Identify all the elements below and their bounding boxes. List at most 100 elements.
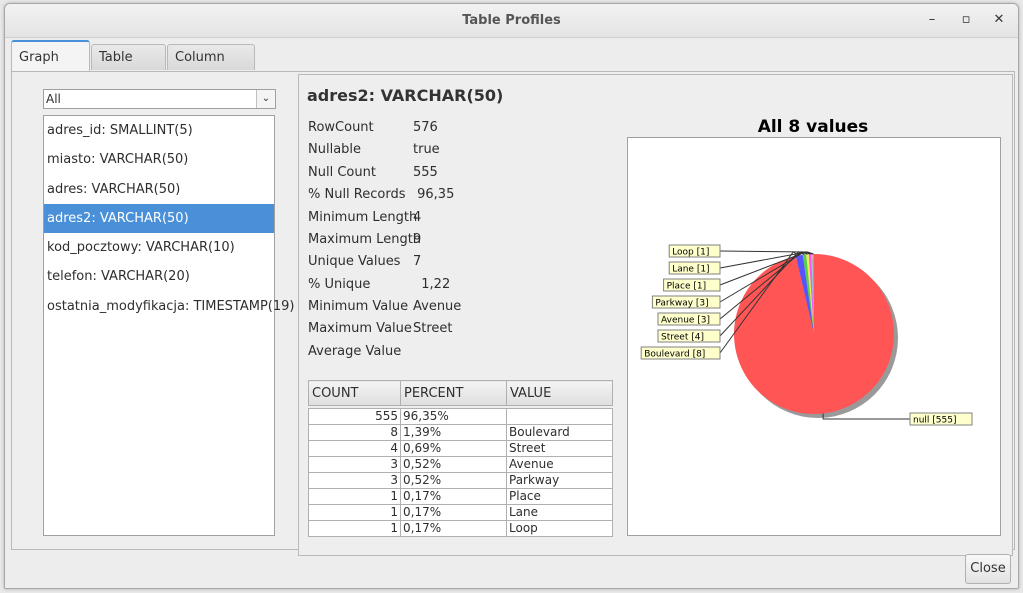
chart-title: All 8 values: [757, 117, 869, 137]
stat-row: Nullable true: [308, 142, 440, 157]
stat-row: Average Value: [308, 344, 413, 359]
stat-value: true: [413, 142, 440, 157]
percent-cell: 0,52%: [400, 456, 507, 473]
stat-value: 96,35: [413, 187, 455, 202]
column-list-item-selected[interactable]: adres2: VARCHAR(50): [44, 203, 274, 234]
column-list-item[interactable]: adres: VARCHAR(50): [44, 175, 274, 204]
chevron-down-icon[interactable]: ⌄: [256, 90, 275, 108]
title-bar: Table Profiles – ▫ ✕: [5, 4, 1018, 38]
stat-value: 555: [413, 165, 438, 180]
column-details-panel: adres2: VARCHAR(50) RowCount 576 Nullable…: [298, 74, 1013, 556]
table-profiles-window: Table Profiles – ▫ ✕ Graph View Table Vi…: [4, 3, 1019, 589]
value-cell: Loop: [506, 520, 613, 537]
stat-label: Maximum Value: [308, 321, 412, 336]
percent-cell: 0,69%: [400, 440, 507, 457]
column-list-item[interactable]: miasto: VARCHAR(50): [44, 145, 274, 174]
window-title: Table Profiles: [462, 13, 561, 28]
value-cell: Lane: [506, 504, 613, 521]
stat-label: % Null Records: [308, 187, 406, 202]
stat-value: 9: [413, 232, 422, 247]
stat-value: 7: [413, 254, 422, 269]
slice-label: Loop [1]: [672, 248, 709, 258]
close-icon[interactable]: ✕: [990, 11, 1008, 29]
stat-value: Street: [413, 321, 453, 336]
column-details-title: adres2: VARCHAR(50): [307, 86, 504, 105]
slice-label: Lane [1]: [672, 265, 709, 275]
percent-cell: 0,17%: [400, 520, 507, 537]
column-list-item[interactable]: kod_pocztowy: VARCHAR(10): [44, 233, 274, 262]
stat-row: Minimum Value Avenue: [308, 299, 461, 314]
table-row[interactable]: 1 0,17% Loop: [308, 520, 613, 537]
table-row[interactable]: 8 1,39% Boulevard: [308, 424, 613, 441]
percent-cell: 0,17%: [400, 488, 507, 505]
stat-label: Minimum Length: [308, 210, 418, 225]
column-list-item[interactable]: telefon: VARCHAR(20): [44, 262, 274, 291]
tab-column-view[interactable]: Column View: [167, 44, 255, 91]
tab-graph-view[interactable]: Graph View: [11, 40, 90, 97]
table-row[interactable]: 4 0,69% Street: [308, 440, 613, 457]
pie-chart: Loop [1] Lane [1] Place [1] Parkway [3] Aven…: [640, 244, 973, 426]
column-filter-value: All: [46, 92, 61, 106]
stat-label: Average Value: [308, 344, 402, 359]
table-row[interactable]: 3 0,52% Avenue: [308, 456, 613, 473]
stat-row: Null Count 555: [308, 165, 438, 180]
column-header-count[interactable]: COUNT: [308, 380, 401, 406]
table-row[interactable]: 555 96,35%: [308, 408, 613, 425]
minimize-icon[interactable]: –: [923, 11, 941, 29]
stat-value: 1,22: [413, 277, 451, 292]
stat-label: % Unique: [308, 277, 371, 292]
table-row[interactable]: 1 0,17% Place: [308, 488, 613, 505]
slice-label: Boulevard [8]: [644, 350, 705, 360]
column-list[interactable]: adres_id: SMALLINT(5) miasto: VARCHAR(50…: [43, 115, 294, 536]
table-row[interactable]: 3 0,52% Parkway: [308, 472, 613, 489]
stat-label: Nullable: [308, 142, 362, 157]
count-cell: 4: [308, 440, 401, 457]
tab-table-view[interactable]: Table View: [91, 44, 166, 91]
count-cell: 555: [308, 408, 401, 425]
slice-label: Avenue [3]: [661, 316, 710, 326]
percent-cell: 1,39%: [400, 424, 507, 441]
stat-row: % Null Records 96,35: [308, 187, 454, 202]
count-cell: 3: [308, 456, 401, 473]
value-cell: Boulevard: [506, 424, 613, 441]
stat-row: Maximum Length9: [308, 232, 421, 247]
maximize-icon[interactable]: ▫: [957, 11, 975, 29]
percent-cell: 0,52%: [400, 472, 507, 489]
stat-label: Null Count: [308, 165, 376, 180]
column-header-value[interactable]: VALUE: [506, 380, 613, 406]
slice-label: Street [4]: [661, 333, 704, 343]
stat-row: Unique Values 7: [308, 254, 421, 269]
close-button[interactable]: Close: [965, 554, 1011, 584]
slice-label: Parkway [3]: [655, 299, 708, 309]
count-cell: 1: [308, 488, 401, 505]
stat-row: Maximum ValueStreet: [308, 321, 453, 336]
value-cell: Avenue: [506, 456, 613, 473]
stat-value: Avenue: [413, 299, 462, 314]
column-header-percent[interactable]: PERCENT: [400, 380, 507, 406]
column-list-item[interactable]: ostatnia_modyfikacja: TIMESTAMP(19): [44, 292, 294, 321]
slice-label: Place [1]: [667, 282, 707, 292]
value-frequency-table: COUNT PERCENT VALUE 555 96,35% 8 1,39% Boul…: [308, 380, 613, 537]
percent-cell: 96,35%: [400, 408, 507, 425]
value-cell: [506, 408, 613, 425]
value-cell: Place: [506, 488, 613, 505]
value-cell: Street: [506, 440, 613, 457]
pie-chart-area: Loop [1] Lane [1] Place [1] Parkway [3] Aven…: [627, 137, 1001, 536]
stat-value: 4: [413, 210, 422, 225]
percent-cell: 0,17%: [400, 504, 507, 521]
stat-row: RowCount 576: [308, 120, 438, 135]
count-cell: 8: [308, 424, 401, 441]
column-filter-dropdown[interactable]: All ⌄: [43, 89, 276, 109]
slice-label: null [555]: [913, 416, 956, 426]
column-list-item[interactable]: adres_id: SMALLINT(5): [44, 116, 274, 145]
stat-value: 576: [413, 120, 438, 135]
count-cell: 1: [308, 520, 401, 537]
stat-label: Maximum Length: [308, 232, 422, 247]
table-row[interactable]: 1 0,17% Lane: [308, 504, 613, 521]
stat-label: Minimum Value: [308, 299, 409, 314]
stat-label: RowCount: [308, 120, 374, 135]
count-cell: 1: [308, 504, 401, 521]
graph-view-panel: All ⌄ adres_id: SMALLINT(5) miasto: VARC…: [11, 71, 1015, 556]
value-cell: Parkway: [506, 472, 613, 489]
count-cell: 3: [308, 472, 401, 489]
